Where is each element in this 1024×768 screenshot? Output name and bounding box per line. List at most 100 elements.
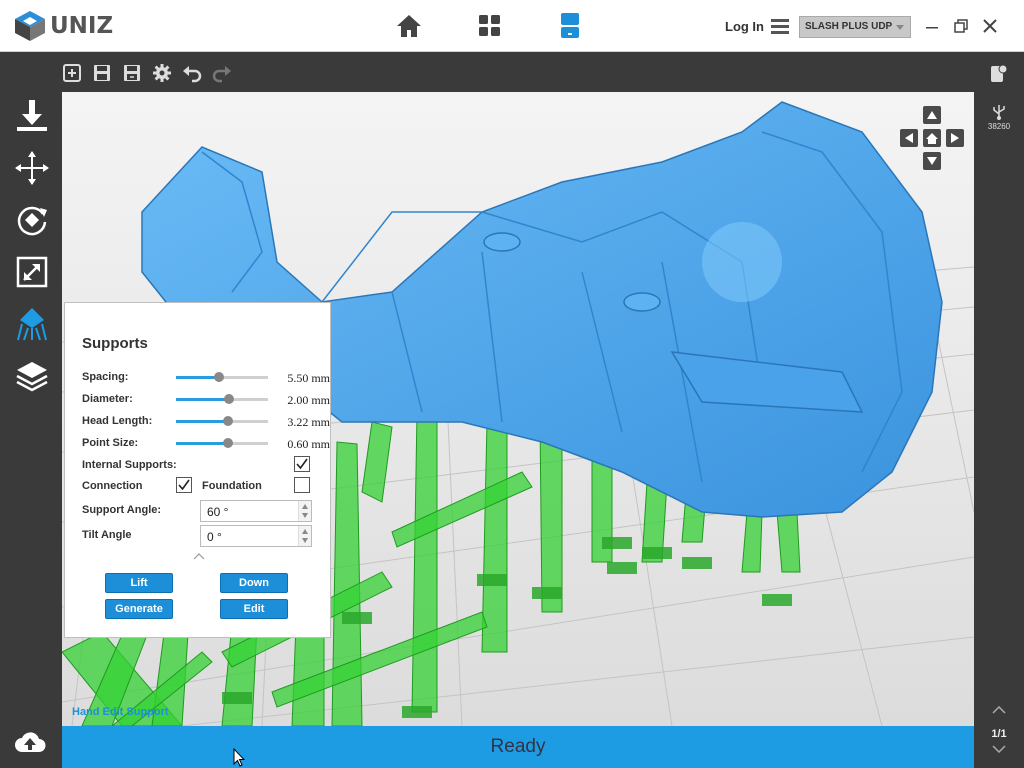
view-navigator xyxy=(900,106,964,170)
slider-fill xyxy=(176,420,228,423)
down-button[interactable]: Down xyxy=(220,573,288,593)
cloud-upload-icon[interactable] xyxy=(14,728,46,756)
generate-button[interactable]: Generate xyxy=(105,599,173,619)
scale-icon[interactable] xyxy=(14,254,50,290)
tilt-angle-value: 0 ° xyxy=(207,530,222,544)
arrow-left-icon xyxy=(905,133,913,143)
slider-fill xyxy=(176,398,230,401)
spacing-slider[interactable] xyxy=(176,372,268,382)
point-size-label: Point Size: xyxy=(82,437,139,449)
usb-icon xyxy=(993,105,1005,120)
save-as-icon[interactable] xyxy=(122,63,142,83)
point-size-row: Point Size: 0.60 mm xyxy=(82,433,330,453)
edit-button[interactable]: Edit xyxy=(220,599,288,619)
uniz-logo: UNIZ xyxy=(12,9,113,43)
printer-select[interactable]: SLASH PLUS UDP xyxy=(799,16,911,38)
hand-edit-label: Hand Edit Support xyxy=(72,706,169,718)
redo-icon[interactable] xyxy=(212,63,232,83)
usb-count: 38260 xyxy=(987,122,1011,131)
chevron-down-icon xyxy=(896,25,904,30)
slider-knob[interactable] xyxy=(214,372,225,382)
connection-row: Connection Foundation xyxy=(82,476,322,496)
tilt-angle-spinbox[interactable]: 0 ° xyxy=(200,525,312,547)
printer-icon[interactable] xyxy=(556,12,584,40)
spin-arrows[interactable] xyxy=(298,501,311,521)
grid-icon[interactable] xyxy=(476,12,504,40)
mouse-cursor-icon xyxy=(233,748,245,767)
tilt-angle-label: Tilt Angle xyxy=(82,529,132,541)
printer-select-value: SLASH PLUS UDP xyxy=(805,21,893,32)
diameter-value: 2.00 mm xyxy=(287,393,330,407)
internal-supports-label: Internal Supports: xyxy=(82,459,177,471)
connection-label: Connection xyxy=(82,480,143,492)
slider-knob[interactable] xyxy=(224,394,235,404)
settings-icon[interactable] xyxy=(152,63,172,83)
internal-supports-checkbox[interactable] xyxy=(294,456,310,472)
import-icon[interactable] xyxy=(14,98,50,134)
right-panel: 38260 1/1 xyxy=(974,52,1024,768)
layers-icon[interactable] xyxy=(14,358,50,394)
support-angle-spinbox[interactable]: 60 ° xyxy=(200,500,312,522)
view-home-button[interactable] xyxy=(923,129,941,147)
lift-button[interactable]: Lift xyxy=(105,573,173,593)
logo-text: UNIZ xyxy=(50,13,114,39)
point-size-value: 0.60 mm xyxy=(287,437,330,451)
login-link[interactable]: Log In xyxy=(725,19,764,34)
point-size-slider[interactable] xyxy=(176,438,268,448)
view-left-button[interactable] xyxy=(900,129,918,147)
spacing-value: 5.50 mm xyxy=(287,371,330,385)
connection-checkbox[interactable] xyxy=(176,477,192,493)
save-icon[interactable] xyxy=(92,63,112,83)
slider-knob[interactable] xyxy=(222,416,233,426)
tilt-angle-row: Tilt Angle 0 ° xyxy=(82,525,322,547)
undo-icon[interactable] xyxy=(182,63,202,83)
chevron-down-icon[interactable] xyxy=(992,745,1006,753)
spacing-row: Spacing: 5.50 mm xyxy=(82,367,330,387)
new-icon[interactable] xyxy=(62,63,82,83)
supports-panel: Supports Spacing: 5.50 mm Diameter: 2.00… xyxy=(64,302,331,638)
top-toolbar xyxy=(62,52,974,92)
page-indicator: 1/1 xyxy=(991,728,1007,740)
head-length-value: 3.22 mm xyxy=(287,415,330,429)
head-length-row: Head Length: 3.22 mm xyxy=(82,411,330,431)
home-icon xyxy=(926,132,938,144)
status-text: Ready xyxy=(490,736,546,757)
head-length-slider[interactable] xyxy=(176,416,268,426)
left-toolbar xyxy=(0,52,62,768)
diameter-slider[interactable] xyxy=(176,394,268,404)
close-icon[interactable] xyxy=(982,18,998,34)
home-icon[interactable] xyxy=(395,12,423,40)
menu-icon[interactable] xyxy=(771,17,789,35)
spin-arrows[interactable] xyxy=(298,526,311,546)
foundation-checkbox[interactable] xyxy=(294,477,310,493)
title-bar: UNIZ Log In SLASH PLUS UDP xyxy=(0,0,1024,52)
restore-icon[interactable] xyxy=(953,18,969,34)
arrow-right-icon xyxy=(951,133,959,143)
slider-fill xyxy=(176,376,220,379)
view-up-button[interactable] xyxy=(923,106,941,124)
foundation-label: Foundation xyxy=(202,480,262,492)
collapse-chevron-icon[interactable] xyxy=(193,552,205,560)
chevron-up-icon[interactable] xyxy=(992,706,1006,714)
checkmark-icon xyxy=(296,458,308,470)
diameter-row: Diameter: 2.00 mm xyxy=(82,389,330,409)
supports-icon[interactable] xyxy=(14,306,50,342)
support-angle-label: Support Angle: xyxy=(82,504,162,516)
status-bar: Ready xyxy=(62,726,974,768)
arrow-up-icon xyxy=(927,111,937,119)
view-down-button[interactable] xyxy=(923,152,941,170)
slider-knob[interactable] xyxy=(222,438,233,448)
move-icon[interactable] xyxy=(14,150,50,186)
supports-title: Supports xyxy=(82,335,148,352)
diameter-label: Diameter: xyxy=(82,393,133,405)
view-right-button[interactable] xyxy=(946,129,964,147)
support-angle-row: Support Angle: 60 ° xyxy=(82,500,322,522)
arrow-down-icon xyxy=(927,157,937,165)
rotate-icon[interactable] xyxy=(14,202,50,238)
device-icon[interactable] xyxy=(990,64,1008,84)
spacing-label: Spacing: xyxy=(82,371,129,383)
internal-supports-row: Internal Supports: xyxy=(82,455,322,475)
minimize-icon[interactable] xyxy=(924,18,940,34)
slider-fill xyxy=(176,442,228,445)
logo-cube-icon xyxy=(15,11,45,41)
